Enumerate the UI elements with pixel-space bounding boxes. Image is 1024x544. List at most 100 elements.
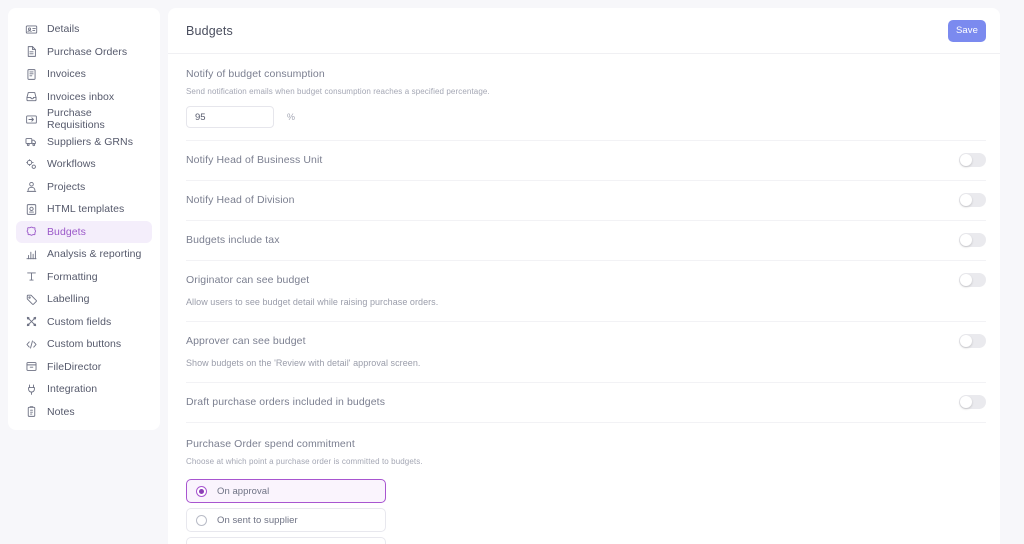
setting-row-notify-head-of-business-unit: Notify Head of Business Unit — [186, 140, 986, 180]
archive-box-icon — [24, 360, 38, 374]
setting-row-notify-head-of-division: Notify Head of Division — [186, 180, 986, 220]
requisition-icon — [24, 112, 38, 126]
toggle-originator-can-see-budget[interactable] — [959, 273, 986, 287]
radio-option-on-sent-to-supplier[interactable]: On sent to supplier — [186, 508, 386, 532]
save-button[interactable]: Save — [948, 19, 986, 42]
percent-symbol: % — [287, 112, 296, 122]
sidebar-item-label: FileDirector — [47, 360, 102, 373]
sidebar-item-label: Notes — [47, 405, 75, 418]
setting-text: Draft purchase orders included in budget… — [186, 396, 959, 408]
sidebar-item-notes[interactable]: Notes — [16, 401, 152, 423]
sidebar-item-label: Analysis & reporting — [47, 248, 142, 260]
radio-option-on-create[interactable]: On create — [186, 537, 386, 544]
setting-description: Allow users to see budget detail while r… — [186, 297, 439, 307]
radio-option-label: On approval — [217, 485, 270, 497]
person-icon — [24, 180, 38, 194]
custom-fields-icon — [24, 315, 38, 329]
notify-budget-consumption-section: Notify of budget consumption Send notifi… — [186, 54, 986, 140]
sidebar-item-formatting[interactable]: Formatting — [16, 266, 152, 288]
sidebar-item-suppliers-grns[interactable]: Suppliers & GRNs — [16, 131, 152, 153]
settings-rows: Notify Head of Business Unit Notify Head … — [186, 140, 986, 422]
sidebar-item-invoices[interactable]: Invoices — [16, 63, 152, 85]
toggle-knob — [960, 154, 972, 166]
notify-budget-consumption-description: Send notification emails when budget con… — [186, 87, 490, 96]
invoice-list-icon — [24, 67, 38, 81]
setting-text: Notify Head of Division — [186, 194, 959, 206]
radio-option-on-approval[interactable]: On approval — [186, 479, 386, 503]
setting-row-approver-can-see-budget: Approver can see budget Show budgets on t… — [186, 321, 986, 382]
page-title: Budgets — [186, 23, 233, 38]
workflow-icon — [24, 157, 38, 171]
radio-option-label: On sent to supplier — [217, 514, 298, 526]
radio-mark — [196, 514, 207, 526]
inbox-icon — [24, 90, 38, 104]
sidebar-item-budgets[interactable]: Budgets — [16, 220, 152, 243]
sidebar-item-label: Suppliers & GRNs — [47, 135, 133, 148]
setting-label: Draft purchase orders included in budget… — [186, 396, 386, 408]
panel-body: Notify of budget consumption Send notifi… — [168, 54, 1000, 544]
sidebar-item-html-templates[interactable]: HTML templates — [16, 198, 152, 220]
sidebar-item-integration[interactable]: Integration — [16, 378, 152, 400]
toggle-knob — [960, 396, 972, 408]
toggle-knob — [960, 274, 972, 286]
sidebar-item-label: Purchase Requisitions — [47, 107, 105, 131]
sidebar-item-custom-fields[interactable]: Custom fields — [16, 311, 152, 333]
clipboard-icon — [24, 405, 38, 419]
spend-commitment-title: Purchase Order spend commitment — [186, 438, 355, 450]
setting-text: Approver can see budget Show budgets on t… — [186, 335, 959, 369]
sidebar-item-label: Invoices inbox — [47, 90, 115, 103]
setting-label: Approver can see budget — [186, 335, 306, 347]
tag-icon — [24, 292, 38, 306]
sidebar-item-label: Custom fields — [47, 315, 112, 328]
setting-label: Budgets include tax — [186, 234, 280, 246]
setting-text: Budgets include tax — [186, 234, 959, 246]
settings-sidebar: Details Purchase Orders Invoices Invoices i… — [8, 8, 160, 430]
spend-commitment-description: Choose at which point a purchase order i… — [186, 457, 423, 466]
sidebar-item-label: Budgets — [47, 225, 86, 238]
budgets-panel: Budgets Save Notify of budget consumptio… — [168, 8, 1000, 544]
sidebar-item-custom-buttons[interactable]: Custom buttons — [16, 333, 152, 355]
setting-text: Notify Head of Business Unit — [186, 154, 959, 166]
radio-mark — [196, 485, 207, 497]
setting-label: Notify Head of Business Unit — [186, 154, 323, 166]
setting-label: Originator can see budget — [186, 274, 310, 286]
sidebar-item-purchase-orders[interactable]: Purchase Orders — [16, 41, 152, 63]
sidebar-item-label: HTML templates — [47, 203, 125, 215]
setting-row-budgets-include-tax: Budgets include tax — [186, 220, 986, 260]
budget-consumption-percentage-input[interactable] — [186, 106, 274, 128]
chart-icon — [24, 247, 38, 261]
toggle-knob — [960, 234, 972, 246]
toggle-notify-head-of-business-unit[interactable] — [959, 153, 986, 167]
sidebar-item-label: Formatting — [47, 270, 98, 283]
sidebar-item-workflows[interactable]: Workflows — [16, 153, 152, 175]
sidebar-item-filedirector[interactable]: FileDirector — [16, 356, 152, 378]
sidebar-item-label: Labelling — [47, 293, 90, 305]
sidebar-item-label: Details — [47, 23, 80, 35]
sidebar-item-details[interactable]: Details — [16, 18, 152, 40]
toggle-knob — [960, 335, 972, 347]
sidebar-item-label: Invoices — [47, 68, 86, 80]
plug-icon — [24, 382, 38, 396]
toggle-notify-head-of-division[interactable] — [959, 193, 986, 207]
code-brackets-icon — [24, 337, 38, 351]
setting-label: Notify Head of Division — [186, 194, 295, 206]
sidebar-item-purchase-requisitions[interactable]: Purchase Requisitions — [16, 107, 152, 131]
sidebar-item-invoices-inbox[interactable]: Invoices inbox — [16, 86, 152, 108]
sidebar-item-projects[interactable]: Projects — [16, 176, 152, 198]
panel-header: Budgets Save — [168, 8, 1000, 54]
id-card-icon — [24, 22, 38, 36]
text-format-icon — [24, 270, 38, 284]
toggle-approver-can-see-budget[interactable] — [959, 334, 986, 348]
sidebar-item-label: Workflows — [47, 158, 96, 170]
sidebar-item-labelling[interactable]: Labelling — [16, 288, 152, 310]
toggle-budgets-include-tax[interactable] — [959, 233, 986, 247]
spend-commitment-radio-group[interactable]: On approval On sent to supplier On create — [186, 479, 986, 544]
sidebar-item-analysis-reporting[interactable]: Analysis & reporting — [16, 243, 152, 265]
sidebar-item-label: Integration — [47, 383, 98, 395]
toggle-draft-purchase-orders-included-in-budgets[interactable] — [959, 395, 986, 409]
setting-text: Originator can see budget Allow users to … — [186, 274, 959, 308]
truck-icon — [24, 135, 38, 149]
setting-row-draft-purchase-orders-included-in-budgets: Draft purchase orders included in budget… — [186, 382, 986, 422]
spend-commitment-section: Purchase Order spend commitment Choose a… — [186, 422, 986, 544]
